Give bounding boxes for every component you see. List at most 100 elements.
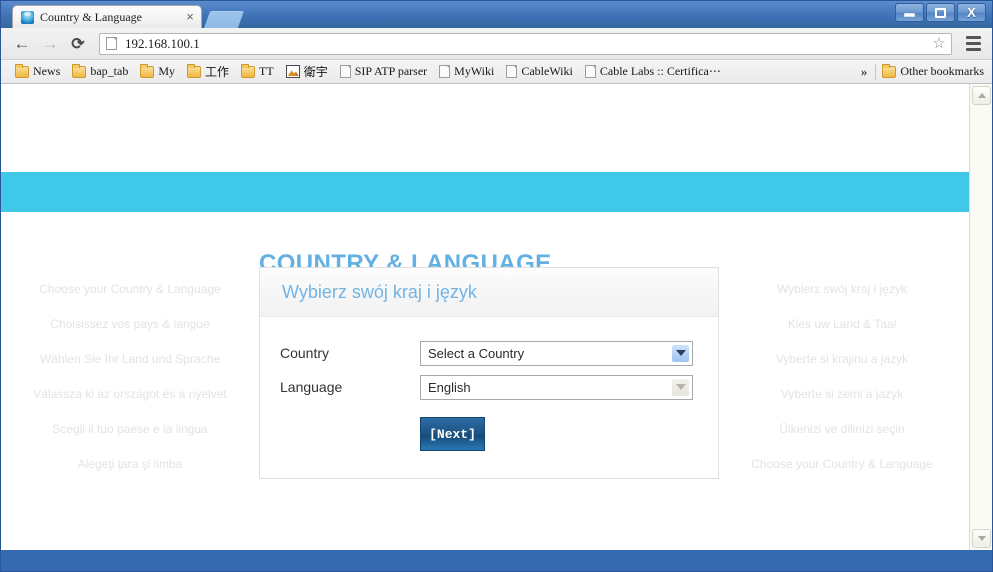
chevron-glyph: [675, 350, 686, 356]
bookmarks-bar: News bap_tab My 工作 TT 衛宇 SIP ATP parser: [1, 60, 992, 84]
bookmark-label: SIP ATP parser: [354, 64, 428, 78]
right-language-column: Wybierz swój kraj i język Kies uw Land &…: [713, 282, 971, 471]
folder-icon: [15, 63, 29, 78]
bookmark-label: MyWiki: [454, 64, 495, 78]
country-select[interactable]: Select a Country: [420, 340, 693, 366]
close-tab-icon[interactable]: ×: [183, 10, 197, 24]
panel-header: Wybierz swój kraj i język: [260, 268, 718, 317]
close-icon: X: [967, 5, 976, 20]
language-line: Alegeţi ţara şi limba: [77, 457, 183, 471]
document-icon: [506, 65, 518, 78]
bookmark-item[interactable]: MyWiki: [433, 62, 500, 82]
language-line: Ülkenizi ve dilinizi seçin: [779, 422, 905, 436]
document-icon: [584, 65, 596, 78]
language-line: Válassza ki az országot és a nyelvet: [33, 387, 227, 401]
country-select-value: Select a Country: [428, 345, 525, 361]
page-header-blank: [1, 84, 971, 172]
web-page: COUNTRY & LANGUAGE Choose your Country &…: [1, 84, 971, 550]
bookmark-label: bap_tab: [90, 64, 129, 78]
bookmark-item[interactable]: My: [134, 62, 181, 82]
page-scrollbar[interactable]: [969, 84, 992, 550]
other-bookmarks-button[interactable]: Other bookmarks: [876, 62, 988, 82]
country-label: Country: [280, 345, 330, 361]
menu-bar-2: [965, 42, 981, 45]
address-bar[interactable]: 192.168.100.1 ☆: [99, 32, 952, 55]
document-icon: [339, 65, 351, 78]
browser-toolbar: ← → ⟳ 192.168.100.1 ☆: [1, 28, 992, 60]
page-info-icon: [106, 37, 117, 50]
language-row: Language English: [280, 373, 718, 401]
bookmark-label: 衛宇: [303, 65, 328, 79]
tab-title: Country & Language: [40, 9, 142, 24]
language-line: Wybierz swój kraj i język: [777, 282, 907, 296]
bookmark-item[interactable]: bap_tab: [66, 62, 134, 82]
country-language-panel: Wybierz swój kraj i język Country Select…: [259, 267, 719, 479]
chevron-down-icon[interactable]: [672, 378, 689, 396]
bookmark-item[interactable]: News: [9, 62, 66, 82]
minimize-button[interactable]: [895, 3, 924, 22]
bookmark-item[interactable]: SIP ATP parser: [334, 62, 433, 82]
browser-tab[interactable]: Country & Language ×: [12, 5, 202, 28]
other-bookmarks-label: Other bookmarks: [900, 64, 984, 78]
bookmarks-overflow-icon[interactable]: »: [853, 64, 876, 80]
bookmark-label: TT: [259, 64, 274, 78]
folder-icon: [241, 63, 256, 78]
language-line: Choisissez vos pays & langue: [50, 317, 210, 331]
window-controls: X: [895, 3, 986, 22]
new-tab-button[interactable]: [203, 11, 245, 28]
url-text: 192.168.100.1: [125, 35, 200, 51]
country-row: Country Select a Country: [280, 339, 718, 367]
language-line: Choose your Country & Language: [39, 282, 221, 296]
folder-icon: [882, 63, 897, 78]
bookmark-label: 工作: [205, 65, 230, 79]
forward-button[interactable]: →: [37, 31, 63, 57]
language-label: Language: [280, 379, 343, 395]
hamburger-menu-icon[interactable]: [962, 32, 984, 56]
panel-header-title: Wybierz swój kraj i język: [282, 281, 477, 302]
close-window-button[interactable]: X: [957, 3, 986, 22]
bookmark-item[interactable]: 衛宇: [280, 62, 334, 82]
bookmark-label: CableWiki: [521, 64, 573, 78]
bookmark-item[interactable]: TT: [235, 62, 280, 82]
minimize-icon: [904, 13, 915, 17]
folder-icon: [72, 63, 87, 78]
cyan-banner: [1, 172, 971, 212]
bookmark-item[interactable]: CableWiki: [500, 62, 579, 82]
image-favicon-icon: [285, 65, 300, 78]
document-icon: [439, 65, 451, 78]
arrow-up-icon: [977, 93, 986, 98]
bookmark-item[interactable]: Cable Labs :: Certifica⋯: [579, 62, 727, 82]
browser-window: Country & Language × X ← → ⟳ 192.168.100…: [0, 0, 993, 572]
language-line: Kies uw Land & Taal: [787, 317, 897, 331]
language-line: Wählen Sie Ihr Land und Sprache: [39, 352, 221, 366]
bookmark-star-icon[interactable]: ☆: [931, 36, 947, 52]
page-viewport: COUNTRY & LANGUAGE Choose your Country &…: [1, 84, 992, 550]
maximize-button[interactable]: [926, 3, 955, 22]
folder-icon: [187, 63, 201, 78]
next-button[interactable]: [Next]: [420, 417, 485, 451]
arrow-down-icon: [977, 536, 986, 541]
bookmark-label: News: [33, 64, 61, 78]
language-line: Choose your Country & Language: [751, 457, 933, 471]
menu-bar-3: [965, 48, 981, 51]
left-language-column: Choose your Country & Language Choisisse…: [1, 282, 259, 471]
favicon-icon: [21, 10, 34, 24]
bookmark-label: My: [158, 64, 175, 78]
language-line: Vyberte si krajinu a jazyk: [775, 352, 909, 366]
bookmark-item[interactable]: 工作: [181, 62, 235, 82]
reload-button[interactable]: ⟳: [65, 31, 91, 57]
menu-bar-1: [965, 36, 981, 39]
scroll-up-button[interactable]: [972, 86, 991, 105]
panel-actions: [Next]: [280, 417, 718, 451]
restore-icon: [935, 7, 946, 18]
language-select[interactable]: English: [420, 374, 693, 400]
chevron-glyph: [675, 384, 686, 390]
tab-strip: Country & Language × X: [1, 1, 992, 28]
scroll-down-button[interactable]: [972, 529, 991, 548]
chevron-down-icon[interactable]: [672, 344, 689, 362]
back-button[interactable]: ←: [9, 31, 35, 57]
panel-body: Country Select a Country Language Englis…: [260, 317, 718, 451]
page-content: COUNTRY & LANGUAGE Choose your Country &…: [1, 212, 971, 550]
language-line: Vyberte si zemi a jazyk: [780, 387, 904, 401]
language-select-value: English: [428, 379, 471, 395]
